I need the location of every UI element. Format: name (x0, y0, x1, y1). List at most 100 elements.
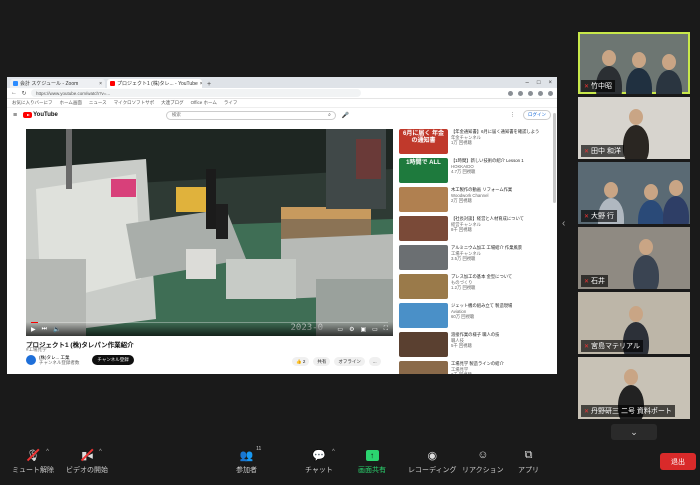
recommended-video[interactable]: 溶接作業の様子 職人の技 職人技 5千 回視聴 (399, 332, 549, 357)
like-button[interactable]: 👍 2 (292, 357, 310, 366)
record-button[interactable]: ◉ レコーディング (408, 448, 457, 475)
bookmark-item[interactable]: ニュース (89, 100, 107, 106)
subscribe-button[interactable]: チャンネル登録 (92, 355, 134, 365)
participant-video-head (662, 54, 676, 70)
participant-tile[interactable]: ✕ 宮島マテリアル (578, 292, 690, 354)
video-thumbnail[interactable]: 1時間で ALL (399, 158, 448, 183)
browser-tab[interactable]: 会計 スケジュール - Zoom × (10, 79, 105, 88)
video-options-caret-icon[interactable]: ^ (99, 449, 102, 455)
youtube-logo[interactable]: YouTube (23, 112, 58, 118)
video-thumbnail[interactable]: 6月に届く 年金の通知書 (399, 129, 448, 154)
participant-tile[interactable]: ✕ 田中 和洋 (578, 97, 690, 159)
recommended-video-title[interactable]: 溶接作業の様子 職人の技 (451, 332, 499, 338)
bookmark-item[interactable]: お気に入りバーにフ (12, 100, 53, 106)
signin-button[interactable]: ログイン (523, 110, 551, 120)
recommended-video-title[interactable]: アルミニウム加工 工場紹介 作業風景 (451, 245, 522, 251)
recommended-video-meta: 3.5万 回視聴 (451, 256, 476, 261)
more-vert-icon[interactable]: ⋮ (510, 112, 515, 118)
channel-avatar[interactable] (26, 355, 36, 365)
minimize-icon[interactable]: – (526, 80, 529, 86)
video-thumbnail[interactable] (399, 303, 448, 328)
participant-tile[interactable]: ✕ 石井 (578, 227, 690, 289)
mic-search-icon[interactable]: 🎤 (342, 112, 349, 119)
more-participants-chevron-icon[interactable]: ⌄ (611, 424, 657, 440)
recommended-video[interactable]: 【社長対談】経営と人材育成について 経営チャンネル 8千 回視聴 (399, 216, 549, 241)
youtube-search-input[interactable]: 検索 ⌕ (165, 110, 336, 120)
participants-button[interactable]: 👥 11 参加者 (236, 446, 261, 475)
miniplayer-icon[interactable]: ▣ (360, 326, 366, 333)
participant-video-head (632, 52, 646, 68)
profile-icon[interactable] (538, 90, 543, 96)
participant-tile[interactable]: ✕ 竹中昭 (578, 32, 690, 94)
share-button[interactable]: 共有 (313, 357, 331, 366)
recommended-video-title[interactable]: 木工製作の動画 リフォーム作業 (451, 187, 512, 193)
recommended-video-title[interactable]: 工場見学 製造ラインの紹介 (451, 361, 504, 367)
start-video-button[interactable]: ▮◂^ ビデオの開始 (66, 448, 108, 475)
search-icon[interactable]: ⌕ (328, 112, 331, 118)
video-thumbnail[interactable] (399, 332, 448, 357)
video-thumbnail[interactable] (399, 245, 448, 270)
volume-icon[interactable]: 🔈 (53, 326, 60, 333)
participant-video-head (629, 109, 643, 125)
menu-icon[interactable]: ≡ (13, 112, 17, 119)
recommended-video[interactable]: アルミニウム加工 工場紹介 作業風景 工場チャンネル 3.5万 回視聴 (399, 245, 549, 270)
settings-gear-icon[interactable]: ⚙ (349, 326, 354, 333)
recommended-video[interactable]: 工場見学 製造ラインの紹介工場見学2千 回視聴 (399, 361, 549, 374)
recommended-video[interactable]: 木工製作の動画 リフォーム作業 Woodwork Channel 2万 回視聴 (399, 187, 549, 212)
recommended-video[interactable]: 6月に届く 年金の通知書 【年金通知書】6月に届く通知書を確認しよう 年金チャンネル… (399, 129, 549, 154)
theater-icon[interactable]: ▭ (372, 326, 378, 333)
maximize-icon[interactable]: □ (537, 80, 541, 86)
video-thumbnail[interactable] (399, 216, 448, 241)
video-player[interactable]: 2023-0 ▶ ⏭ 🔈 ▭ ⚙ ▣ ▭ ⛶ (26, 129, 393, 336)
video-thumbnail[interactable] (399, 187, 448, 212)
mute-options-caret-icon[interactable]: ^ (46, 449, 49, 455)
more-actions-button[interactable]: ... (368, 357, 381, 366)
collections-icon[interactable] (528, 90, 533, 96)
chat-options-caret-icon[interactable]: ^ (332, 449, 335, 455)
extension-icon[interactable] (518, 90, 523, 96)
recommended-video-title[interactable]: プレス加工の基本 金型について (451, 274, 512, 280)
video-thumbnail[interactable] (399, 361, 448, 374)
participant-tile[interactable]: ✕ 大野 行 (578, 162, 690, 224)
next-icon[interactable]: ⏭ (42, 326, 47, 333)
recommended-video-title[interactable]: 【社長対談】経営と人材育成について (451, 216, 524, 222)
play-icon[interactable]: ▶ (31, 326, 36, 333)
reactions-button[interactable]: ☺ リアクション (462, 448, 504, 475)
recommended-video-title[interactable]: ジェット機の組み立て 製造現場 (451, 303, 512, 309)
apps-icon: ⧉ (524, 448, 533, 461)
close-tab-icon[interactable]: × (99, 81, 102, 87)
url-input[interactable]: https://www.youtube.com/watch?v=... (31, 89, 361, 97)
panel-collapse-icon[interactable]: ‹ (562, 218, 565, 229)
more-icon[interactable] (548, 90, 553, 96)
recommended-video-title[interactable]: 【1時間】新しい技術の紹介 Lesson 1 (451, 158, 524, 164)
bookmark-item[interactable]: ライフ (224, 100, 238, 106)
star-icon[interactable] (508, 90, 513, 96)
share-screen-button[interactable]: ↑ 画面共有 (358, 448, 386, 475)
close-window-icon[interactable]: × (548, 80, 552, 86)
fullscreen-icon[interactable]: ⛶ (384, 326, 388, 333)
chat-button[interactable]: 💬 ^ チャット (305, 448, 335, 475)
recommended-video[interactable]: ジェット機の組み立て 製造現場 Aviation 60万 回視聴 (399, 303, 549, 328)
shared-screen-browser: 会計 スケジュール - Zoom × プロジェクト1 (株)タレ... - You… (7, 77, 557, 374)
video-hashtag[interactable]: #工場見学 (26, 347, 47, 353)
recommended-video-title[interactable]: 【年金通知書】6月に届く通知書を確認しよう (451, 129, 539, 135)
page-scrollbar[interactable] (553, 113, 556, 203)
unmute-button[interactable]: 🎙^ ミュート解除 (12, 448, 54, 475)
recommended-video[interactable]: プレス加工の基本 金型について ものづくり 1.2万 回視聴 (399, 274, 549, 299)
bookmark-item[interactable]: Office ホーム (191, 100, 217, 106)
refresh-icon[interactable]: ↻ (21, 90, 27, 97)
bookmark-item[interactable]: 大連ブログ (161, 100, 184, 106)
subtitles-icon[interactable]: ▭ (337, 326, 343, 333)
leave-meeting-button[interactable]: 退出 (660, 453, 696, 470)
offline-button[interactable]: オフライン (334, 357, 365, 366)
apps-button[interactable]: ⧉ アプリ (518, 448, 539, 475)
recommended-video[interactable]: 1時間で ALL 【1時間】新しい技術の紹介 Lesson 1 HOKKAIDO 4.… (399, 158, 549, 183)
browser-tab-active[interactable]: プロジェクト1 (株)タレ... - YouTube × (107, 79, 202, 88)
new-tab-icon[interactable]: + (204, 81, 214, 88)
close-tab-icon[interactable]: × (200, 81, 202, 87)
back-icon[interactable]: ← (11, 90, 17, 96)
participant-tile[interactable]: ✕ 丹野研三 二号 資料ポート (578, 357, 690, 419)
bookmark-item[interactable]: マイクロソフトサポ (114, 100, 154, 106)
video-thumbnail[interactable] (399, 274, 448, 299)
bookmark-item[interactable]: ホーム画面 (60, 100, 82, 106)
